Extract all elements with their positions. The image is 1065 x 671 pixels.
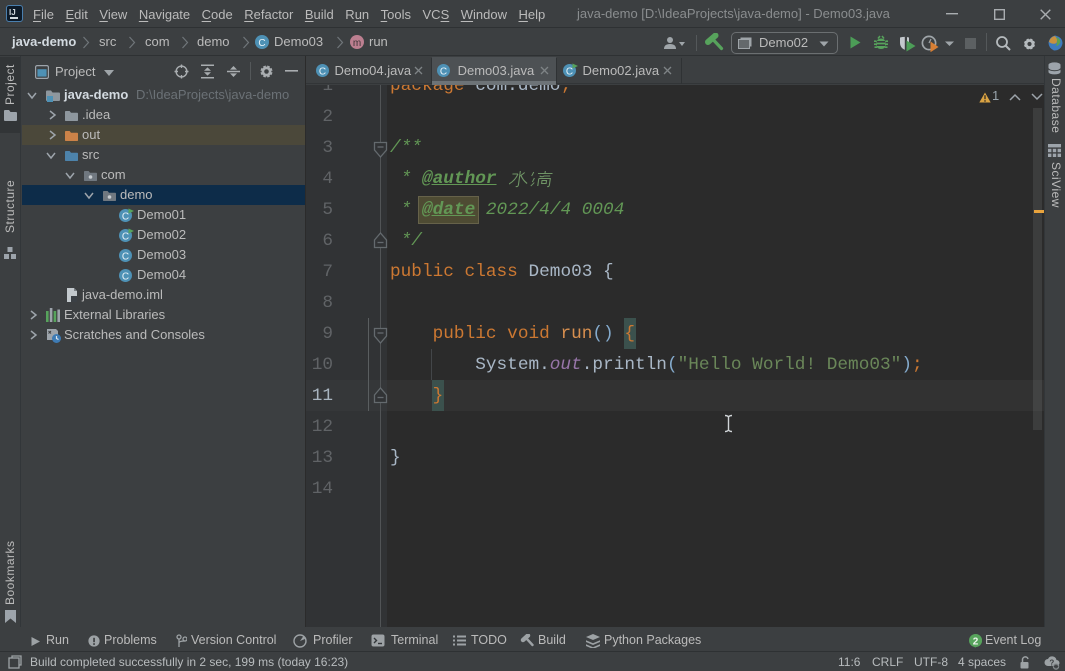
svg-text:C: C (440, 67, 447, 78)
svg-text:C: C (122, 272, 129, 283)
svg-text:C: C (122, 232, 129, 243)
svg-text:2: 2 (973, 637, 979, 648)
svg-text:C: C (319, 67, 326, 78)
svg-text:m: m (353, 38, 361, 49)
svg-text:C: C (122, 212, 129, 223)
svg-text:C: C (122, 252, 129, 263)
svg-text:C: C (258, 38, 265, 49)
svg-text:C: C (566, 67, 573, 78)
